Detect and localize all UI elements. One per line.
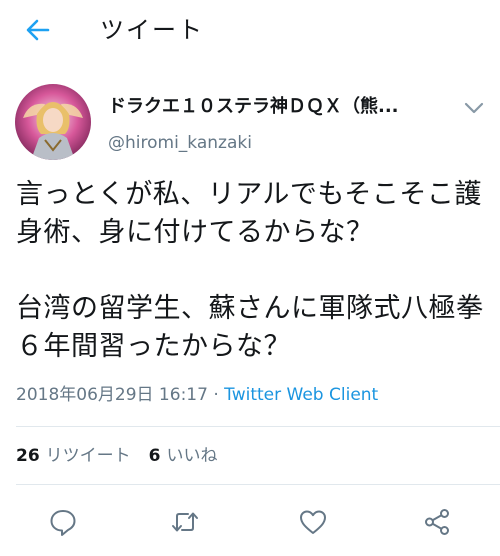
tweet-menu-button[interactable] (462, 100, 486, 116)
source-link[interactable]: Twitter Web Client (224, 385, 378, 405)
reply-bubble-icon (50, 510, 76, 536)
share-button[interactable] (421, 506, 453, 538)
divider (16, 426, 500, 427)
heart-icon (300, 510, 326, 534)
share-nodes-icon (425, 509, 449, 535)
tweet-actions (0, 500, 500, 544)
tweet-paragraph: 言っとくが私、リアルでもそこそこ護身術、身に付けてるからな？ (16, 179, 482, 248)
tweet-meta: 2018年06月29日 16:17 · Twitter Web Client (16, 383, 378, 407)
back-button[interactable] (22, 14, 54, 46)
reply-button[interactable] (47, 506, 79, 538)
page-title: ツイート (100, 16, 204, 44)
divider (16, 484, 500, 485)
avatar[interactable] (15, 84, 91, 160)
author-handle[interactable]: @hiromi_kanzaki (108, 131, 252, 155)
retweets-stat[interactable]: 26 リツイート (16, 446, 131, 466)
tweet-text: 言っとくが私、リアルでもそこそこ護身術、身に付けてるからな？ 台湾の留学生、蘇さ… (16, 176, 486, 366)
tweet-stats: 26 リツイート 6 いいね (16, 444, 218, 468)
tweet-paragraph: 台湾の留学生、蘇さんに軍隊式八極拳６年間習ったからな？ (16, 293, 484, 362)
likes-stat[interactable]: 6 いいね (149, 446, 218, 466)
timestamp[interactable]: 2018年06月29日 16:17 (16, 385, 208, 405)
author-display-name[interactable]: ドラクエ１０ステラ神ＤＱＸ（熊... (108, 95, 438, 119)
meta-separator: · (207, 385, 225, 405)
top-bar: ツイート (0, 0, 500, 64)
retweet-arrows-icon (172, 512, 198, 532)
arrow-left-icon (26, 19, 50, 41)
like-button[interactable] (297, 506, 329, 538)
chevron-down-icon (464, 102, 484, 114)
retweet-button[interactable] (169, 506, 201, 538)
